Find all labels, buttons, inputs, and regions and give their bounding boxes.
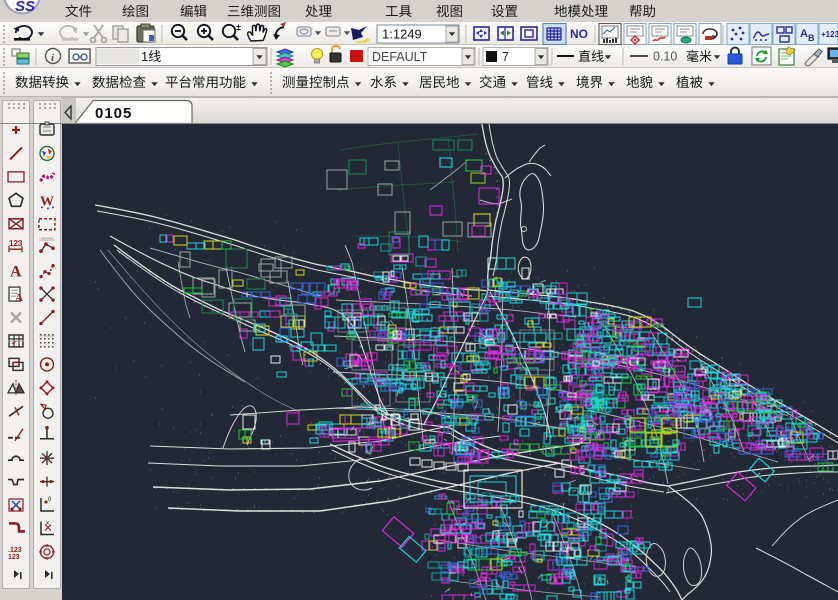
svg-text:DEFAULT: DEFAULT	[372, 50, 428, 64]
svg-text:0: 0	[48, 497, 52, 503]
svg-text:i: i	[51, 52, 55, 64]
svg-text:A: A	[800, 28, 808, 40]
svg-text:B: B	[808, 33, 815, 43]
svg-text:A: A	[15, 292, 23, 304]
svg-text:1:1249: 1:1249	[382, 27, 422, 42]
svg-text:0105: 0105	[95, 105, 132, 122]
svg-text:123: 123	[9, 239, 23, 248]
svg-text:A: A	[10, 264, 22, 281]
svg-text:7: 7	[502, 50, 509, 64]
svg-text:123: 123	[8, 554, 20, 561]
svg-text:x: x	[46, 520, 49, 526]
svg-text:SS: SS	[15, 0, 35, 15]
svg-text:1: 1	[141, 49, 148, 64]
svg-text:±: ±	[236, 22, 241, 32]
svg-text:+123: +123	[821, 30, 838, 39]
svg-text:NO: NO	[570, 27, 588, 41]
svg-text:.123: .123	[8, 547, 22, 554]
svg-text:0.10: 0.10	[653, 50, 677, 64]
